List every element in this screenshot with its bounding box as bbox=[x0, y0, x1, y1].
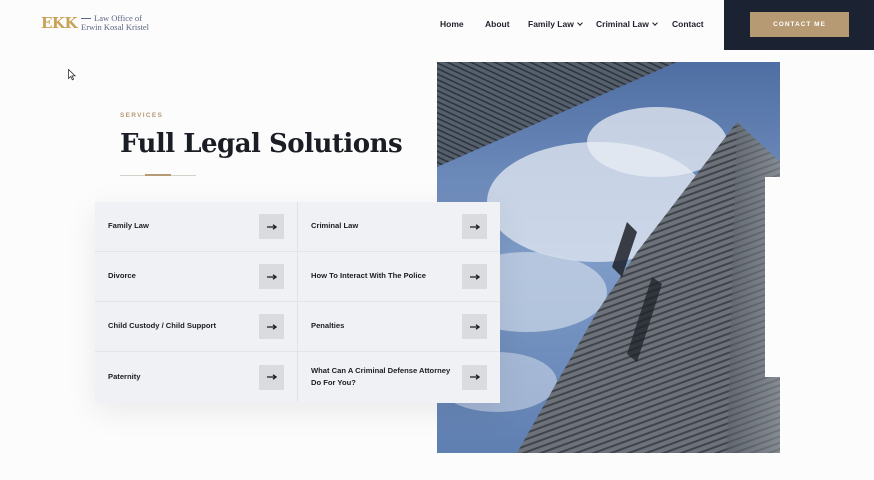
arrow-right-icon[interactable] bbox=[462, 214, 487, 239]
service-item-divorce[interactable]: Divorce bbox=[95, 252, 297, 302]
service-label: Child Custody / Child Support bbox=[108, 321, 216, 331]
page-title: Full Legal Solutions bbox=[120, 129, 403, 159]
service-label: Paternity bbox=[108, 371, 141, 381]
service-item-child-custody[interactable]: Child Custody / Child Support bbox=[95, 302, 297, 352]
service-label: Penalties bbox=[311, 321, 345, 331]
service-item-penalties[interactable]: Penalties bbox=[297, 302, 499, 352]
service-label: What Can A Criminal Defense Attorney Do … bbox=[311, 365, 451, 388]
photo-cutout bbox=[765, 177, 781, 377]
service-item-family-law[interactable]: Family Law bbox=[95, 202, 297, 252]
service-item-criminal-law[interactable]: Criminal Law bbox=[297, 202, 499, 252]
arrow-right-icon[interactable] bbox=[259, 314, 284, 339]
service-item-paternity[interactable]: Paternity bbox=[95, 352, 297, 402]
arrow-right-icon[interactable] bbox=[259, 264, 284, 289]
contact-me-button[interactable]: CONTACT ME bbox=[750, 12, 849, 37]
service-label: Criminal Law bbox=[311, 221, 359, 231]
nav-home[interactable]: Home bbox=[440, 19, 464, 29]
arrow-right-icon[interactable] bbox=[462, 314, 487, 339]
services-grid: Family Law Divorce Child Custody / Child… bbox=[95, 202, 500, 403]
arrow-right-icon[interactable] bbox=[462, 264, 487, 289]
service-label: How To Interact With The Police bbox=[311, 271, 426, 281]
service-item-police-interaction[interactable]: How To Interact With The Police bbox=[297, 252, 499, 302]
service-item-defense-attorney[interactable]: What Can A Criminal Defense Attorney Do … bbox=[297, 352, 499, 402]
arrow-right-icon[interactable] bbox=[462, 364, 487, 390]
logo-line-2: Erwin Kosal Kristel bbox=[81, 22, 150, 32]
site-logo[interactable]: EKK Law Office of Erwin Kosal Kristel bbox=[41, 14, 150, 33]
title-divider-accent bbox=[145, 174, 171, 176]
arrow-right-icon[interactable] bbox=[259, 364, 284, 390]
service-label: Family Law bbox=[108, 221, 149, 231]
nav-criminal-law[interactable]: Criminal Law bbox=[596, 19, 658, 29]
nav-family-law[interactable]: Family Law bbox=[528, 19, 583, 29]
arrow-right-icon[interactable] bbox=[259, 214, 284, 239]
chevron-down-icon bbox=[652, 20, 658, 26]
service-label: Divorce bbox=[108, 271, 136, 281]
nav-about[interactable]: About bbox=[485, 19, 510, 29]
section-eyebrow: SERVICES bbox=[120, 112, 164, 119]
logo-mark: EKK bbox=[41, 14, 78, 32]
chevron-down-icon bbox=[576, 20, 583, 26]
nav-contact[interactable]: Contact bbox=[672, 19, 704, 29]
